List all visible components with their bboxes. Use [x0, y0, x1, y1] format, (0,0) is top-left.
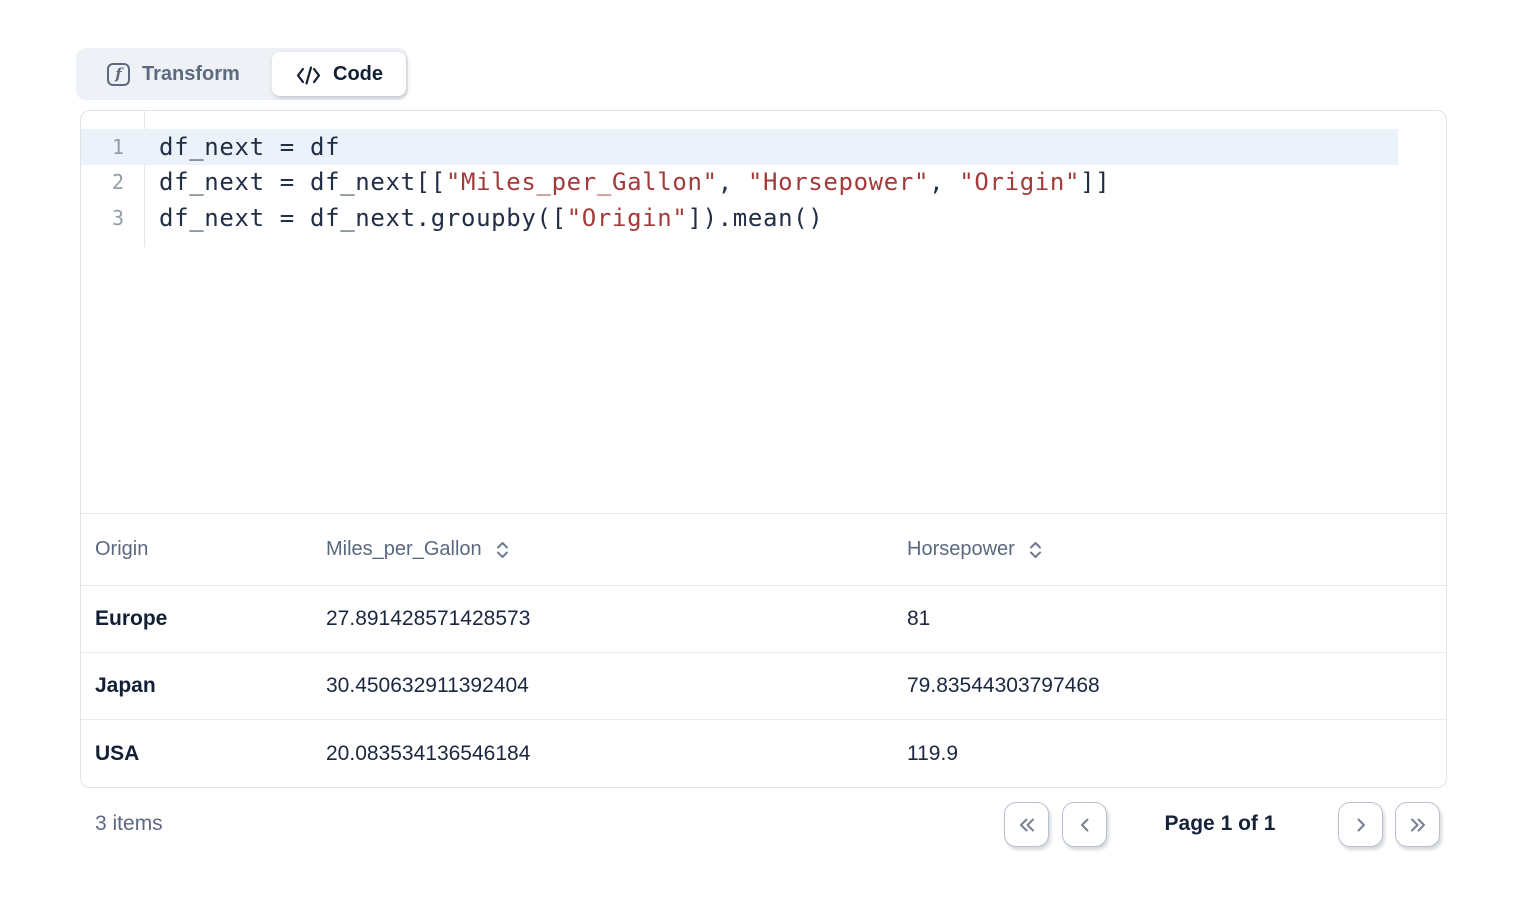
code-line: 2df_next = df_next[["Miles_per_Gallon", …	[81, 165, 1446, 201]
table-row: Japan30.45063291139240479.83544303797468	[81, 653, 1446, 720]
page-indicator: Page 1 of 1	[1082, 812, 1358, 836]
line-number: 3	[81, 206, 144, 230]
tab-code[interactable]: Code	[272, 52, 406, 96]
cell-origin: Japan	[95, 674, 326, 698]
first-page-button[interactable]	[1004, 802, 1049, 847]
cell-origin: Europe	[95, 607, 326, 631]
table-row: Europe27.89142857142857381	[81, 586, 1446, 653]
table-footer: 3 items Page 1 of 1	[80, 800, 1447, 848]
sort-icon[interactable]	[1028, 540, 1043, 560]
cell-miles-per-gallon: 20.083534136546184	[326, 742, 907, 766]
double-chevron-right-icon	[1408, 815, 1428, 835]
table-header: Origin Miles_per_Gallon Horsepower	[81, 514, 1446, 586]
cell-miles-per-gallon: 27.891428571428573	[326, 607, 907, 631]
items-count: 3 items	[95, 812, 163, 836]
cell-miles-per-gallon: 30.450632911392404	[326, 674, 907, 698]
code-editor[interactable]: 1df_next = df2df_next = df_next[["Miles_…	[81, 111, 1446, 514]
code-line: 3df_next = df_next.groupby(["Origin"]).m…	[81, 200, 1446, 236]
transform-cell-panel: 1df_next = df2df_next = df_next[["Miles_…	[80, 110, 1447, 788]
double-chevron-left-icon	[1017, 815, 1037, 835]
table-row: USA20.083534136546184119.9	[81, 720, 1446, 787]
sort-icon[interactable]	[495, 540, 510, 560]
table-body: Europe27.89142857142857381Japan30.450632…	[81, 586, 1446, 787]
column-header-miles-per-gallon: Miles_per_Gallon	[326, 538, 907, 561]
cell-horsepower: 81	[907, 607, 1432, 631]
next-page-button[interactable]	[1338, 802, 1383, 847]
code-line-text: df_next = df_next[["Miles_per_Gallon", "…	[144, 168, 1110, 196]
code-line-text: df_next = df_next.groupby(["Origin"]).me…	[144, 204, 823, 232]
cell-origin: USA	[95, 742, 326, 766]
last-page-button[interactable]	[1395, 802, 1440, 847]
cell-horsepower: 79.83544303797468	[907, 674, 1432, 698]
tab-transform-label: Transform	[142, 63, 240, 86]
column-label: Origin	[95, 538, 148, 561]
tab-transform[interactable]: f Transform	[76, 48, 240, 100]
chevron-right-icon	[1351, 815, 1371, 835]
column-header-origin: Origin	[95, 538, 326, 561]
column-label: Miles_per_Gallon	[326, 538, 482, 561]
line-number: 2	[81, 170, 144, 194]
line-number: 1	[81, 135, 144, 159]
column-label: Horsepower	[907, 538, 1015, 561]
code-line: 1df_next = df	[81, 129, 1446, 165]
code-line-text: df_next = df	[144, 133, 340, 161]
cell-horsepower: 119.9	[907, 742, 1432, 766]
view-mode-tab-bar: f Transform Code	[76, 48, 408, 100]
function-icon: f	[107, 63, 130, 86]
code-lines: 1df_next = df2df_next = df_next[["Miles_…	[81, 129, 1446, 236]
code-icon	[295, 65, 322, 86]
tab-code-label: Code	[333, 63, 383, 86]
column-header-horsepower: Horsepower	[907, 538, 1432, 561]
